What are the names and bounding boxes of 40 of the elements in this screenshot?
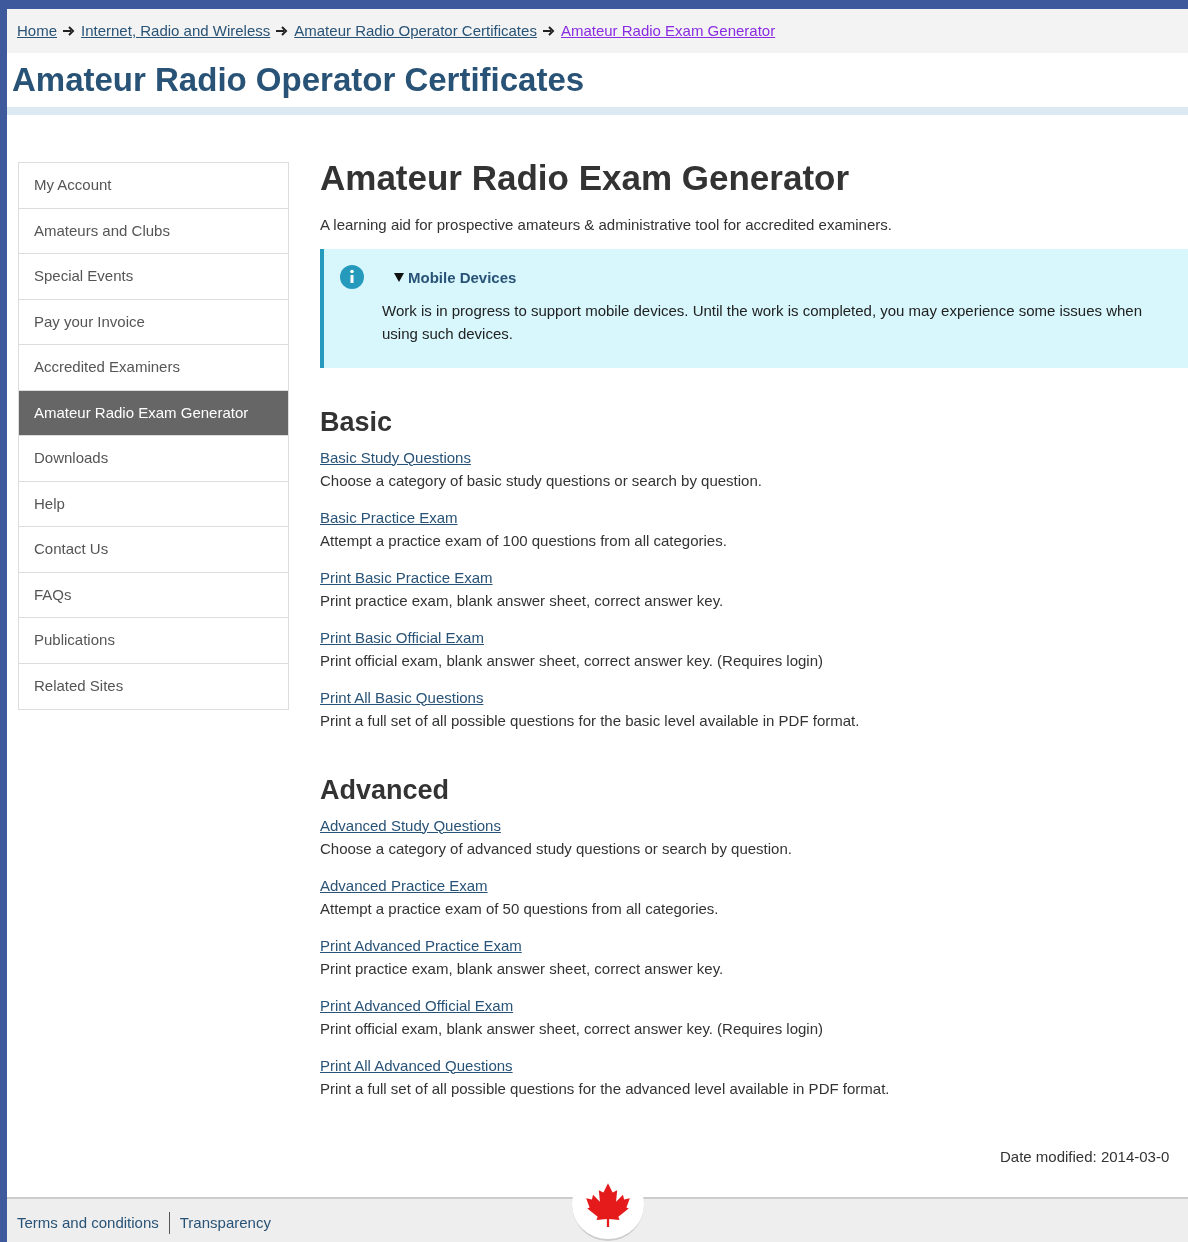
link-description: Attempt a practice exam of 100 questions from all categories.: [320, 530, 727, 551]
footer-link[interactable]: Transparency: [168, 1211, 273, 1235]
exam-link[interactable]: Print Basic Official Exam: [320, 625, 484, 649]
page-title: Amateur Radio Exam Generator: [320, 158, 851, 198]
link-description: Attempt a practice exam of 50 questions from all categories.: [320, 898, 719, 919]
exam-link[interactable]: Print Advanced Practice Exam: [320, 933, 522, 957]
breadcrumb-link[interactable]: Internet, Radio and Wireless: [81, 19, 271, 43]
section-heading: Basic: [320, 405, 394, 438]
link-description: Print official exam, blank answer sheet, correct answer key. (Requires login): [320, 1018, 823, 1039]
notice-title[interactable]: Mobile Devices: [408, 266, 517, 289]
link-description: Choose a category of basic study questions or search by question.: [320, 470, 762, 491]
footer-link[interactable]: Terms and conditions: [15, 1211, 161, 1235]
exam-link[interactable]: Print Basic Practice Exam: [320, 565, 493, 589]
link-description: Print practice exam, blank answer sheet, correct answer key.: [320, 958, 724, 979]
link-description: Print official exam, blank answer sheet, correct answer key. (Requires login): [320, 650, 823, 671]
sidebar-item[interactable]: Amateur Radio Exam Generator: [19, 390, 288, 436]
exam-link[interactable]: Print All Basic Questions: [320, 685, 484, 709]
link-description: Print a full set of all possible questions for the advanced level available in PDF format.: [320, 1078, 890, 1099]
intro-text: A learning aid for prospective amateurs & administrative tool for accredited examiners.: [320, 215, 893, 235]
exam-link[interactable]: Advanced Study Questions: [320, 813, 501, 837]
date-modified: Date modified: 2014-03-0: [1000, 1146, 1171, 1167]
exam-link[interactable]: Print All Advanced Questions: [320, 1053, 513, 1077]
notice-text: Work is in progress to support mobile devices. Until the work is completed, you may experience some issues when using such devices.: [382, 301, 1144, 344]
exam-link[interactable]: Advanced Practice Exam: [320, 873, 488, 897]
link-description: Print practice exam, blank answer sheet, correct answer key.: [320, 590, 724, 611]
section-heading: Advanced: [320, 773, 451, 806]
info-icon: [340, 264, 364, 289]
link-description: Choose a category of advanced study questions or search by question.: [320, 838, 792, 859]
maple-leaf-icon: [585, 1181, 631, 1227]
breadcrumb-link[interactable]: Amateur Radio Operator Certificates: [294, 19, 537, 43]
link-description: Print a full set of all possible questions for the basic level available in PDF format.: [320, 710, 860, 731]
breadcrumb-link[interactable]: Amateur Radio Exam Generator: [560, 19, 776, 43]
exam-link[interactable]: Basic Study Questions: [320, 445, 471, 469]
arrow-icon: [542, 26, 555, 36]
arrow-icon: [276, 26, 289, 36]
exam-link[interactable]: Print Advanced Official Exam: [320, 993, 514, 1017]
exam-link[interactable]: Basic Practice Exam: [320, 505, 458, 529]
breadcrumb-link[interactable]: Home: [17, 19, 57, 43]
site-title: Amateur Radio Operator Certificates: [12, 60, 585, 101]
arrow-icon: [63, 26, 75, 36]
